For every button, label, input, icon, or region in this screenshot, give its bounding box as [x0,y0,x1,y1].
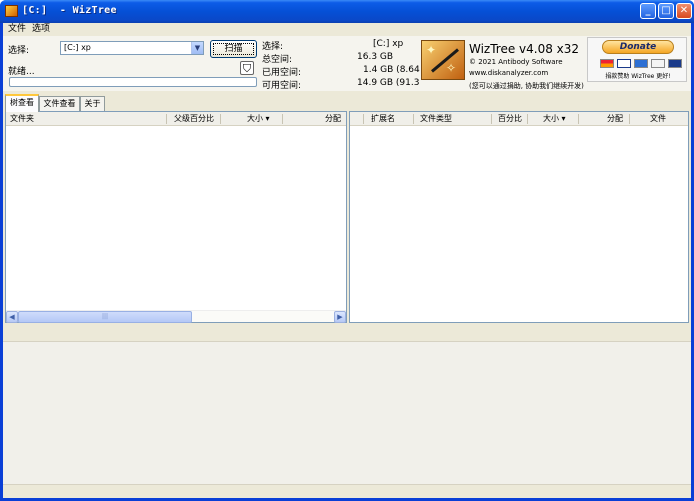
scroll-right-button[interactable]: ▶ [334,311,346,323]
wiztree-logo: ✦ ✧ [421,40,465,80]
folder-tree-pane[interactable]: 文件夹 父级百分比 大小 ▾ 分配 ◀ ||| ▶ [5,111,347,323]
stat-label-select: 选择: [262,42,284,52]
client-area: 文件 选项 选择: [C:] xp ▼ 扫描 就绪... ⛉ 选择: 总空间: … [3,23,691,498]
menu-bar: 文件 选项 [3,23,691,36]
column-separator[interactable] [363,114,364,124]
column-separator[interactable] [220,114,221,124]
donate-caption: 捐款赞助 WizTree 更好! [605,73,671,80]
column-allocated[interactable]: 分配 [607,112,623,126]
close-icon: ✕ [679,5,689,16]
column-files[interactable]: 文件 [650,112,666,126]
column-allocated[interactable]: 分配 [325,112,341,126]
paypal-icon [668,59,682,68]
copyright-text: © 2021 Antibody Software [469,58,563,66]
file-types-header: 扩展名 文件类型 百分比 大小 ▾ 分配 文件 [350,112,688,126]
drive-select[interactable]: [C:] xp ▼ [60,41,204,55]
stat-value-used: 1.4 GB (8.64 [363,65,420,75]
column-separator[interactable] [629,114,630,124]
filter-button[interactable]: ⛉ [240,61,254,75]
window-title: [C:] - WizTree [22,5,117,16]
sparkle-icon: ✦ [426,43,437,57]
menu-options[interactable]: 选项 [32,23,50,36]
column-separator[interactable] [527,114,528,124]
select-label: 选择: [8,46,30,56]
stat-value-select: [C:] xp [373,39,404,49]
column-file-type[interactable]: 文件类型 [420,112,452,126]
app-window: [C:] - WizTree _ □ ✕ 文件 选项 选择: [C:] xp ▼… [0,0,694,501]
column-separator[interactable] [578,114,579,124]
stat-value-total: 16.3 GB [357,52,394,62]
sparkle-icon: ✧ [446,61,457,75]
column-size[interactable]: 大小 ▾ [543,112,566,126]
column-extension[interactable]: 扩展名 [371,112,395,126]
donate-note: (您可以通过捐助, 协助我们继续开发) [469,82,584,90]
product-name: WizTree v4.08 x32 [469,42,580,56]
close-button[interactable]: ✕ [676,3,692,19]
tab-file-view[interactable]: 文件查看 [39,96,80,111]
stat-value-free: 14.9 GB (91.3 [357,78,420,88]
column-separator[interactable] [491,114,492,124]
mastercard-icon [600,59,614,68]
tab-strip: 树查看 文件查看 关于 [3,94,691,112]
donate-button[interactable]: Donate [602,40,674,54]
donate-box[interactable]: Donate 捐款赞助 WizTree 更好! [587,37,687,82]
column-separator[interactable] [282,114,283,124]
filter-icon: ⛉ [242,62,252,75]
visa-icon [617,59,631,68]
status-text: 就绪... [8,67,35,77]
tab-about[interactable]: 关于 [80,96,105,111]
file-types-pane[interactable]: 扩展名 文件类型 百分比 大小 ▾ 分配 文件 [349,111,689,323]
website-link[interactable]: www.diskanalyzer.com [469,69,548,77]
scan-panel: 选择: [C:] xp ▼ 扫描 就绪... ⛉ 选择: 总空间: 已用空间: … [3,36,691,91]
card-icon [651,59,665,68]
column-size[interactable]: 大小 ▾ [247,112,270,126]
maximize-icon: □ [661,5,671,16]
minimize-button[interactable]: _ [640,3,656,19]
drive-select-value: [C:] xp [64,43,91,52]
amex-icon [634,59,648,68]
column-percent[interactable]: 百分比 [498,112,522,126]
focus-ring [213,43,254,55]
minimize-icon: _ [645,5,651,16]
scan-button[interactable]: 扫描 [210,40,257,58]
menu-file[interactable]: 文件 [8,23,26,36]
scroll-thumb[interactable]: ||| [18,311,192,323]
title-bar[interactable]: [C:] - WizTree _ □ ✕ [0,0,694,23]
maximize-button[interactable]: □ [658,3,674,19]
stat-label-used: 已用空间: [262,68,302,78]
column-separator[interactable] [413,114,414,124]
column-separator[interactable] [166,114,167,124]
status-bar [3,484,691,498]
horizontal-scrollbar[interactable]: ◀ ||| ▶ [6,310,346,323]
stat-label-total: 总空间: [262,55,293,65]
column-parent-percent[interactable]: 父级百分比 [174,112,214,126]
column-folder[interactable]: 文件夹 [10,112,34,126]
chevron-down-icon[interactable]: ▼ [191,42,203,54]
wiztree-icon [5,5,18,17]
stat-label-free: 可用空间: [262,81,302,91]
tab-tree-view[interactable]: 树查看 [5,94,39,112]
folder-tree-header: 文件夹 父级百分比 大小 ▾ 分配 [6,112,346,126]
scroll-left-button[interactable]: ◀ [6,311,18,323]
treemap-area[interactable] [3,341,691,484]
scan-progress-bar [9,77,257,87]
